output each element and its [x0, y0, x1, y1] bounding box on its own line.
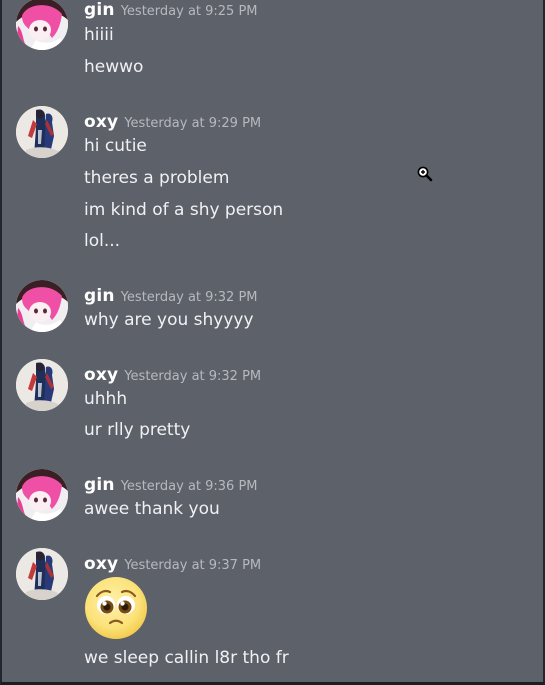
message-text: we sleep callin l8r tho fr: [84, 648, 289, 668]
username-gin[interactable]: gin: [84, 0, 115, 20]
message-text: ur rlly pretty: [84, 420, 191, 440]
message-timestamp: Yesterday at 9:25 PM: [120, 4, 258, 19]
window-frame: [0, 0, 545, 685]
message-text: theres a problem: [84, 168, 230, 188]
message-header: oxy Yesterday at 9:32 PM: [84, 365, 261, 385]
message-text: why are you shyyyy: [84, 310, 254, 330]
zoom-in-cursor-icon: [417, 166, 433, 182]
message-text: hiiii: [84, 25, 114, 45]
pleading-face-emoji[interactable]: [84, 576, 148, 640]
message-text: lol...: [84, 231, 121, 251]
username-oxy[interactable]: oxy: [84, 112, 118, 132]
message-text: im kind of a shy person: [84, 200, 284, 220]
username-oxy[interactable]: oxy: [84, 554, 118, 574]
message-text: uhhh: [84, 389, 128, 409]
message-timestamp: Yesterday at 9:29 PM: [124, 116, 262, 131]
message-text: hewwo: [84, 57, 144, 77]
message-timestamp: Yesterday at 9:32 PM: [124, 369, 262, 384]
message-header: gin Yesterday at 9:32 PM: [84, 286, 258, 306]
avatar-gin[interactable]: [16, 0, 68, 50]
username-oxy[interactable]: oxy: [84, 365, 118, 385]
message-header: oxy Yesterday at 9:29 PM: [84, 112, 261, 132]
message-header: gin Yesterday at 9:25 PM: [84, 0, 258, 20]
message-timestamp: Yesterday at 9:32 PM: [120, 290, 258, 305]
avatar-oxy[interactable]: [16, 106, 68, 158]
message-text: hi cutie: [84, 136, 147, 156]
message-timestamp: Yesterday at 9:37 PM: [124, 558, 262, 573]
username-gin[interactable]: gin: [84, 286, 115, 306]
avatar-oxy[interactable]: [16, 548, 68, 600]
message-timestamp: Yesterday at 9:36 PM: [120, 479, 258, 494]
avatar-gin[interactable]: [16, 469, 68, 521]
message-header: oxy Yesterday at 9:37 PM: [84, 554, 261, 574]
avatar-gin[interactable]: [16, 280, 68, 332]
message-header: gin Yesterday at 9:36 PM: [84, 475, 258, 495]
message-text: awee thank you: [84, 499, 220, 519]
avatar-oxy[interactable]: [16, 359, 68, 411]
username-gin[interactable]: gin: [84, 475, 115, 495]
